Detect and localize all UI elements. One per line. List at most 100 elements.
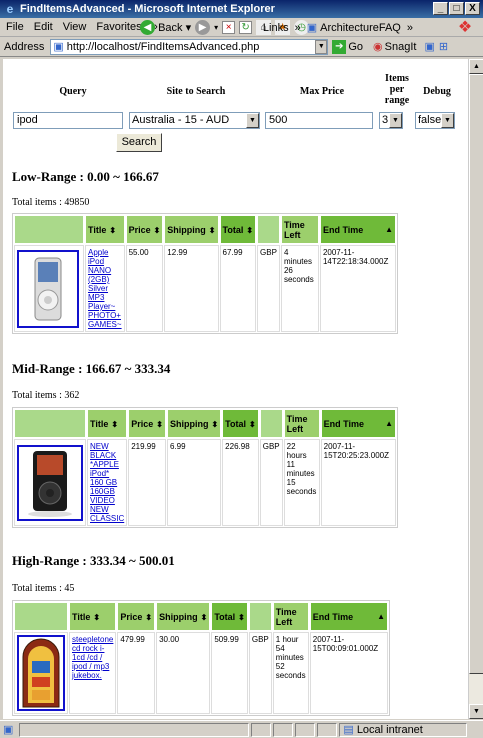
item-currency: GBP <box>257 245 280 332</box>
sort-icon: ⬍ <box>211 419 219 429</box>
intranet-icon: ▤ <box>343 724 354 736</box>
status-bar: ▣ ▤ Local intranet <box>0 720 483 738</box>
links-bar: Links » ▣ ArchitectureFAQ » <box>263 18 413 37</box>
sort-icon: ⬍ <box>200 612 208 622</box>
currency-column-header <box>257 215 280 244</box>
item-end-time: 2007-11-14T22:18:34.000Z <box>319 245 396 332</box>
architecture-link[interactable]: ▣ ArchitectureFAQ <box>306 21 401 35</box>
menu-view[interactable]: View <box>63 21 87 33</box>
address-dropdown-icon[interactable]: ▼ <box>315 39 328 54</box>
menu-favorites[interactable]: Favorites <box>96 21 141 33</box>
snagit-button[interactable]: ◉ SnagIt <box>373 40 416 54</box>
ipod-nano-image <box>34 257 62 320</box>
sort-icon: ⬍ <box>93 612 101 622</box>
maximize-button[interactable]: □ <box>449 2 464 15</box>
currency-column-header <box>259 409 283 438</box>
close-button[interactable]: X <box>465 2 480 15</box>
shipping-column-header[interactable]: Shipping ⬍ <box>156 602 211 631</box>
sort-up-icon: ▲ <box>377 611 385 621</box>
go-arrow-icon: ➔ <box>332 39 347 54</box>
scroll-down-icon[interactable]: ▼ <box>469 704 483 719</box>
table-row: NEW BLACK *APPLE iPod* 160 GB 160GB VIDE… <box>14 439 396 526</box>
time-left-column-header[interactable]: Time Left <box>280 215 319 244</box>
item-thumbnail[interactable] <box>17 249 79 328</box>
item-currency: GBP <box>248 632 272 714</box>
chevron-down-icon: ▼ <box>441 113 454 128</box>
forward-dropdown-icon[interactable]: ▾ <box>214 23 218 32</box>
menu-edit[interactable]: Edit <box>34 21 53 33</box>
total-column-header[interactable]: Total ⬍ <box>222 409 259 438</box>
page-viewport: Query Site to Search Max Price Items per… <box>3 59 468 719</box>
end-time-column-header[interactable]: End Time ▲ <box>320 409 396 438</box>
items-header: Items per range <box>384 73 410 106</box>
links-label[interactable]: Links <box>263 22 289 34</box>
range-heading: Mid-Range : 166.67 ~ 333.34 <box>12 361 171 376</box>
site-header: Site to Search <box>166 86 226 97</box>
item-thumbnail[interactable] <box>17 444 83 521</box>
address-input[interactable]: ▣ http://localhost/FindItemsAdvanced.php… <box>50 38 329 55</box>
end-time-column-header[interactable]: End Time ▲ <box>319 215 396 244</box>
query-input[interactable]: ipod <box>13 112 123 129</box>
sort-icon: ⬍ <box>249 419 256 429</box>
sort-icon: ⬍ <box>153 225 161 235</box>
item-end-time: 2007-11-15T00:09:01.000Z <box>309 632 388 714</box>
table-row: steepletone cd rock i-1cd /cd / ipod / m… <box>14 632 388 714</box>
time-left-column-header[interactable]: Time Left <box>283 409 320 438</box>
scroll-up-icon[interactable]: ▲ <box>469 59 483 74</box>
price-column-header[interactable]: Price ⬍ <box>128 409 166 438</box>
page-icon: ▣ <box>306 22 318 34</box>
item-title-link[interactable]: steepletone cd rock i-1cd /cd / ipod / m… <box>72 635 113 680</box>
sort-icon: ⬍ <box>111 419 119 429</box>
item-price: 219.99 <box>128 439 166 526</box>
item-time-left: 4 minutes 26 seconds <box>280 245 319 332</box>
total-items: Total items : 49850 <box>12 197 90 208</box>
total-column-header[interactable]: Total ⬍ <box>219 215 257 244</box>
item-title-cell: NEW BLACK *APPLE iPod* 160 GB 160GB VIDE… <box>87 439 128 526</box>
sort-up-icon: ▲ <box>385 224 393 234</box>
currency-column-header <box>248 602 272 631</box>
title-column-header[interactable]: Title ⬍ <box>87 409 128 438</box>
item-currency: GBP <box>259 439 283 526</box>
sort-up-icon: ▲ <box>385 418 393 428</box>
refresh-icon[interactable]: ↻ <box>239 21 253 34</box>
links-chevron-2[interactable]: » <box>407 22 413 34</box>
go-button[interactable]: ➔ Go <box>332 39 363 54</box>
sort-icon: ⬍ <box>156 419 163 429</box>
vertical-scrollbar[interactable]: ▲ ▼ <box>468 59 483 719</box>
debug-select[interactable]: false ▼ <box>415 112 455 129</box>
item-title-link[interactable]: NEW BLACK *APPLE iPod* 160 GB 160GB VIDE… <box>90 442 124 523</box>
total-column-header[interactable]: Total ⬍ <box>211 602 248 631</box>
snagit-window-icon[interactable]: ▣ <box>424 40 434 53</box>
chevron-down-icon: ▼ <box>246 113 259 128</box>
item-thumbnail[interactable] <box>17 635 65 711</box>
minimize-button[interactable]: _ <box>433 2 448 15</box>
links-chevron[interactable]: » <box>295 22 301 34</box>
shipping-column-header[interactable]: Shipping ⬍ <box>166 409 222 438</box>
shipping-column-header[interactable]: Shipping ⬍ <box>164 215 219 244</box>
price-header: Max Price <box>299 86 345 97</box>
item-total: 67.99 <box>219 245 257 332</box>
window-title: FindItemsAdvanced - Microsoft Internet E… <box>20 3 275 15</box>
snagit-capture-icon[interactable]: ⊞ <box>439 40 448 53</box>
price-column-header[interactable]: Price ⬍ <box>117 602 156 631</box>
forward-icon[interactable]: ▶ <box>195 20 211 35</box>
title-column-header[interactable]: Title ⬍ <box>69 602 117 631</box>
max-price-input[interactable]: 500 <box>265 112 373 129</box>
item-shipping: 30.00 <box>156 632 211 714</box>
item-title-link[interactable]: Apple iPod NANO (2GB) Silver MP3 Player~… <box>88 248 122 329</box>
address-bar: Address ▣ http://localhost/FindItemsAdva… <box>0 37 483 57</box>
site-select[interactable]: Australia - 15 - AUD ▼ <box>129 112 260 129</box>
ipod-classic-image <box>28 450 72 517</box>
title-column-header[interactable]: Title ⬍ <box>85 215 125 244</box>
menu-file[interactable]: File <box>6 21 24 33</box>
time-left-column-header[interactable]: Time Left <box>272 602 309 631</box>
search-button[interactable]: Search <box>116 133 162 152</box>
scroll-thumb[interactable] <box>469 74 483 674</box>
stop-icon[interactable]: × <box>222 21 236 34</box>
price-column-header[interactable]: Price ⬍ <box>125 215 164 244</box>
back-button[interactable]: ◀ Back ▾ <box>140 20 191 35</box>
end-time-column-header[interactable]: End Time ▲ <box>309 602 388 631</box>
item-title-cell: Apple iPod NANO (2GB) Silver MP3 Player~… <box>85 245 125 332</box>
items-per-range-select[interactable]: 3 ▼ <box>379 112 403 129</box>
item-price: 479.99 <box>117 632 156 714</box>
